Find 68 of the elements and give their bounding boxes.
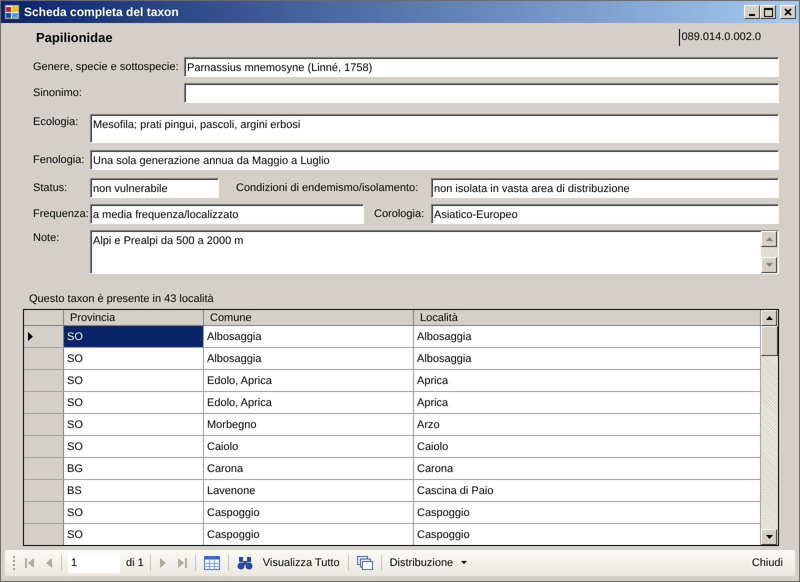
- phenology-field[interactable]: Una sola generazione annua da Maggio a Luglio: [90, 150, 779, 170]
- table-cell: Caiolo: [204, 436, 414, 457]
- table-cell: BG: [64, 458, 204, 479]
- maximize-button[interactable]: [760, 5, 776, 19]
- species-field[interactable]: Parnassius mnemosyne (Linné, 1758): [184, 57, 779, 78]
- table-cell: SO: [64, 502, 204, 523]
- table-cell: Carona: [204, 458, 414, 479]
- chorology-field[interactable]: Asiatico-Europeo: [431, 204, 779, 224]
- table-cell: Edolo, Aprica: [204, 370, 414, 391]
- ecology-field[interactable]: Mesofila; prati pingui, pascoli, argini erbosi: [90, 114, 779, 144]
- down-arrow-icon: [766, 263, 772, 268]
- window-title: Scheda completa del taxon: [24, 4, 179, 21]
- frequency-field[interactable]: a media frequenza/localizzato: [90, 204, 364, 224]
- table-cell: SO: [64, 348, 204, 369]
- scroll-up-button[interactable]: [761, 310, 777, 326]
- table-cell: Morbegno: [204, 414, 414, 435]
- notes-field[interactable]: Alpi e Prealpi da 500 a 2000 m: [90, 230, 779, 274]
- synonym-field[interactable]: [184, 83, 779, 104]
- field-label: Status:: [33, 181, 68, 196]
- grip-icon[interactable]: [13, 555, 17, 571]
- field-label: Ecologia:: [33, 115, 80, 130]
- record-count: di 1: [126, 556, 144, 571]
- binoculars-icon[interactable]: [234, 556, 255, 570]
- table-cell: SO: [64, 326, 204, 347]
- count-caption: Questo taxon è presente in 43 località: [29, 293, 214, 306]
- table-cell: SO: [64, 436, 204, 457]
- table-cell: Lavenone: [204, 480, 414, 501]
- current-row-icon: [28, 332, 33, 341]
- endemism-field[interactable]: non isolata in vasta area di distribuzione: [431, 178, 779, 198]
- scroll-down-button[interactable]: [761, 529, 777, 545]
- table-cell: SO: [64, 392, 204, 413]
- field-label: Genere, specie e sottospecie:: [33, 60, 180, 76]
- minimize-button[interactable]: [744, 5, 760, 19]
- table-cell: Caspoggio: [204, 524, 414, 545]
- table-cell: SO: [64, 414, 204, 435]
- scroll-down-button[interactable]: [761, 257, 777, 274]
- table-cell: Albosaggia: [204, 348, 414, 369]
- up-arrow-icon: [766, 316, 772, 320]
- table-cell: SO: [64, 370, 204, 391]
- table-cell: Caspoggio: [204, 502, 414, 523]
- position-field[interactable]: 1: [68, 553, 120, 573]
- show-all-button[interactable]: Visualizza Tutto: [260, 554, 342, 572]
- table-cell: BS: [64, 480, 204, 501]
- status-field[interactable]: non vulnerabile: [90, 178, 219, 198]
- field-label: Frequenza:: [33, 207, 90, 222]
- field-label: Sinonimo:: [33, 86, 83, 102]
- field-label: Corologia:: [374, 207, 426, 222]
- scroll-thumb[interactable]: [761, 326, 778, 356]
- maximize-icon: [764, 8, 772, 16]
- close-window-button[interactable]: Chiudi: [750, 554, 785, 572]
- windows-icon[interactable]: [354, 556, 375, 570]
- distribution-dropdown[interactable]: Distribuzione: [388, 554, 472, 572]
- up-arrow-icon: [766, 237, 772, 242]
- close-button[interactable]: [780, 5, 796, 19]
- table-icon[interactable]: [202, 556, 222, 570]
- family-name: Papilionidae: [35, 28, 113, 47]
- close-icon: [784, 8, 792, 16]
- row-header[interactable]: [24, 326, 64, 347]
- field-label: Note:: [33, 231, 60, 246]
- table-cell: Edolo, Aprica: [204, 392, 414, 413]
- down-arrow-icon: [766, 535, 772, 539]
- table-cell: Albosaggia: [204, 326, 414, 347]
- field-label: Fenologia:: [33, 153, 86, 168]
- taxon-code: 089.014.0.002.0: [679, 29, 761, 46]
- scroll-up-button[interactable]: [761, 231, 777, 248]
- table-cell: SO: [64, 524, 204, 545]
- app-icon: [4, 4, 20, 20]
- field-label: Condizioni di endemismo/isolamento:: [236, 181, 420, 196]
